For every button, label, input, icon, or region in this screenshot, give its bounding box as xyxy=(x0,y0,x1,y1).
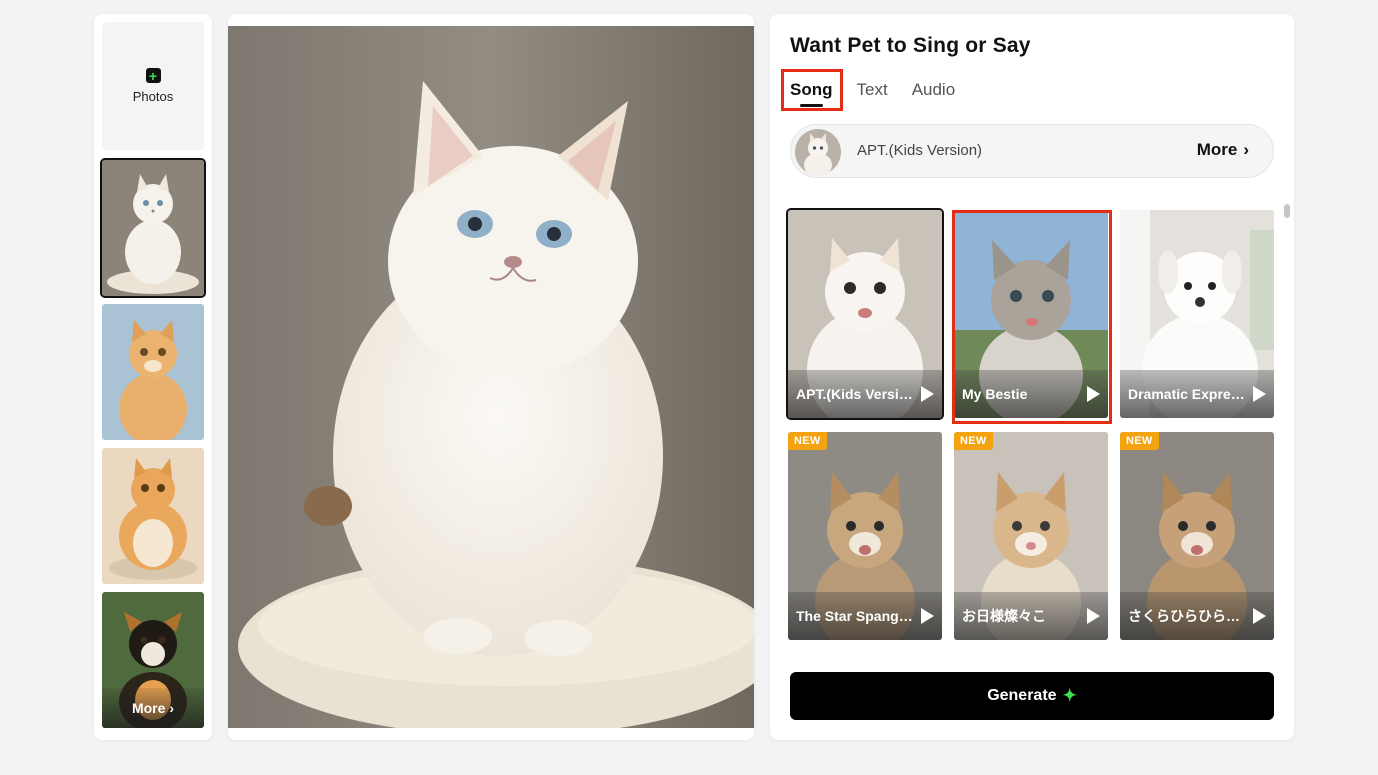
song-tile[interactable]: Dramatic Expression xyxy=(1120,210,1274,418)
more-photos-button[interactable]: More › xyxy=(102,688,204,728)
song-avatar xyxy=(795,129,841,175)
more-photos-label: More xyxy=(131,700,166,716)
song-title: The Star Spangled Banner xyxy=(796,608,915,624)
play-icon[interactable] xyxy=(1087,386,1100,402)
main-pet-image xyxy=(228,26,754,728)
song-caption: My Bestie xyxy=(954,370,1108,418)
generate-button[interactable]: Generate ✦ xyxy=(790,672,1274,720)
song-caption: APT.(Kids Version) xyxy=(788,370,942,418)
more-songs-label: More xyxy=(1196,140,1238,159)
song-caption: お日様燦々こ xyxy=(954,592,1108,640)
play-icon[interactable] xyxy=(1087,608,1100,624)
song-tile[interactable]: NEW The Star Spangled Banner xyxy=(788,432,942,640)
play-icon[interactable] xyxy=(921,608,934,624)
play-icon[interactable] xyxy=(921,386,934,402)
thumbnail-orange-cat[interactable] xyxy=(102,304,204,440)
tab-song[interactable]: Song xyxy=(790,80,833,107)
play-icon[interactable] xyxy=(1253,386,1266,402)
song-title: さくらひらひら舞い xyxy=(1128,608,1247,624)
song-tile[interactable]: APT.(Kids Version) xyxy=(788,210,942,418)
song-title: Dramatic Expression xyxy=(1128,386,1247,402)
song-grid: APT.(Kids Version) My Bestie Dramatic Ex… xyxy=(788,210,1276,642)
song-title: APT.(Kids Version) xyxy=(796,386,915,402)
plus-icon: + xyxy=(145,68,161,83)
mode-tabs: Song Text Audio xyxy=(790,76,955,108)
song-tile[interactable]: NEW お日様燦々こ xyxy=(954,432,1108,640)
song-panel: Want Pet to Sing or Say Song Text Audio … xyxy=(770,14,1294,740)
song-caption: Dramatic Expression xyxy=(1120,370,1274,418)
upload-photos-label: Photos xyxy=(132,89,174,104)
song-tile[interactable]: NEW さくらひらひら舞い xyxy=(1120,432,1274,640)
chevron-right-icon: › xyxy=(1243,140,1249,159)
more-songs-button[interactable]: More › xyxy=(1197,140,1249,160)
selected-song-bar[interactable]: APT.(Kids Version) More › xyxy=(790,124,1274,178)
song-title: My Bestie xyxy=(962,386,1028,402)
photo-sidebar: + Photos More › xyxy=(94,14,212,740)
song-tile[interactable]: My Bestie xyxy=(954,210,1108,418)
panel-title: Want Pet to Sing or Say xyxy=(790,34,1031,57)
song-title: お日様燦々こ xyxy=(962,608,1046,624)
song-grid-scrollbar[interactable] xyxy=(1284,204,1290,644)
generate-label: Generate xyxy=(987,687,1057,704)
thumbnail-white-cat[interactable] xyxy=(102,160,204,296)
thumbnail-puppy[interactable]: More › xyxy=(102,592,204,728)
song-caption: The Star Spangled Banner xyxy=(788,592,942,640)
play-icon[interactable] xyxy=(1253,608,1266,624)
sparkle-icon: ✦ xyxy=(1062,686,1077,705)
upload-photos-button[interactable]: + Photos xyxy=(102,22,204,150)
tab-audio[interactable]: Audio xyxy=(912,80,955,104)
main-preview xyxy=(228,14,754,740)
scrollbar-thumb[interactable] xyxy=(1284,204,1290,218)
selected-song-name: APT.(Kids Version) xyxy=(857,142,983,159)
tab-text[interactable]: Text xyxy=(857,80,888,104)
chevron-right-icon: › xyxy=(169,700,175,716)
song-caption: さくらひらひら舞い xyxy=(1120,592,1274,640)
new-badge: NEW xyxy=(788,432,827,450)
new-badge: NEW xyxy=(954,432,993,450)
new-badge: NEW xyxy=(1120,432,1159,450)
thumbnail-chubby-cat[interactable] xyxy=(102,448,204,584)
